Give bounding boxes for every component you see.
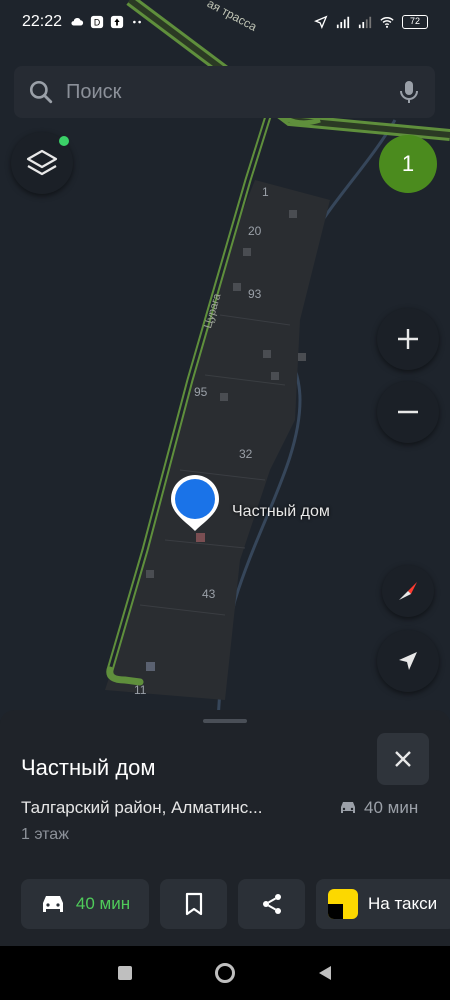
zoom-out-button[interactable] <box>377 381 439 443</box>
compass-button[interactable] <box>382 565 434 617</box>
svg-text:D: D <box>94 18 100 28</box>
house-number: 11 <box>134 683 147 697</box>
status-bar: 22:22 D 72 <box>0 0 450 44</box>
eta-info: 40 мин <box>338 798 418 818</box>
microphone-icon[interactable] <box>397 79 421 105</box>
system-nav-bar <box>0 946 450 1000</box>
bookmark-button[interactable] <box>160 879 227 929</box>
taxi-label: На такси <box>368 894 438 913</box>
more-notifications-icon <box>133 20 141 24</box>
house-number: 20 <box>248 224 262 238</box>
building <box>271 372 279 380</box>
building <box>220 393 228 401</box>
house-number: 95 <box>194 385 208 399</box>
residential-block <box>105 180 330 700</box>
my-location-button[interactable] <box>377 630 439 692</box>
search-input[interactable]: Поиск <box>66 81 397 104</box>
eta-text: 40 мин <box>364 798 419 817</box>
place-address: Талгарский район, Алматинс... <box>21 798 263 817</box>
building <box>243 248 251 256</box>
wifi-icon <box>380 17 394 28</box>
pin-label[interactable]: Частный дом <box>232 503 330 521</box>
location-arrow-icon <box>314 15 328 29</box>
place-title: Частный дом <box>21 755 156 780</box>
search-bar[interactable]: Поиск <box>14 66 435 118</box>
bookmark-icon <box>185 892 202 916</box>
layers-icon <box>26 149 58 176</box>
close-button[interactable] <box>377 733 429 785</box>
zoom-in-button[interactable] <box>377 308 439 370</box>
close-icon <box>395 751 411 767</box>
navigation-arrow-icon <box>399 652 417 670</box>
minus-icon <box>398 410 418 414</box>
house-number: 43 <box>202 587 216 601</box>
compass-icon <box>399 582 417 600</box>
plus-icon <box>398 329 418 349</box>
status-time: 22:22 <box>22 13 63 30</box>
back-icon[interactable] <box>316 964 334 982</box>
place-card[interactable]: Частный дом Талгарский район, Алматинс..… <box>0 710 450 946</box>
route-eta: 40 мин <box>75 894 131 913</box>
house-number: 1 <box>262 185 269 199</box>
count-badge-button[interactable]: 1 <box>379 135 437 193</box>
building <box>146 570 154 578</box>
car-icon <box>341 802 355 813</box>
battery-indicator: 72 <box>402 15 428 29</box>
car-icon <box>42 896 63 912</box>
search-icon <box>29 80 53 104</box>
app-notification-icon: D <box>90 15 104 29</box>
taxi-button[interactable]: На такси <box>316 879 450 929</box>
route-button[interactable]: 40 мин <box>21 879 149 929</box>
building <box>289 210 297 218</box>
layers-indicator-dot <box>59 136 69 146</box>
cloud-icon <box>71 18 84 26</box>
signal-2-icon <box>358 16 372 29</box>
sheet-drag-handle[interactable] <box>203 719 247 723</box>
floors-info: 1 этаж <box>21 826 69 843</box>
recents-icon[interactable] <box>116 964 134 982</box>
building <box>233 283 241 291</box>
yandex-taxi-icon <box>328 889 358 919</box>
building <box>263 350 271 358</box>
building-selected <box>196 533 205 542</box>
share-icon <box>262 894 281 914</box>
action-buttons: 40 мин На такси <box>21 879 450 929</box>
house-number: 32 <box>239 447 253 461</box>
signal-icon <box>336 16 350 29</box>
building <box>298 353 306 361</box>
layers-button[interactable] <box>11 132 73 194</box>
upload-notification-icon <box>110 15 124 29</box>
house-number: 93 <box>248 287 262 301</box>
building <box>146 662 155 671</box>
share-button[interactable] <box>238 879 305 929</box>
home-icon[interactable] <box>214 962 236 984</box>
